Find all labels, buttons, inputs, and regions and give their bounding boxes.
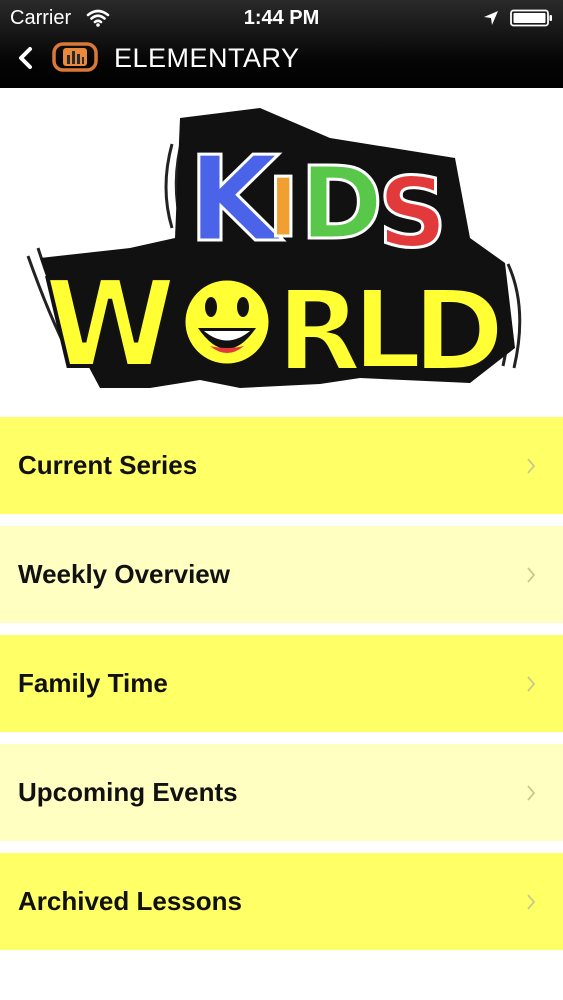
location-arrow-icon [484,11,498,25]
chevron-right-icon [527,785,536,801]
kids-world-banner: K I D S W R L D [0,88,563,417]
kids-world-logo: K I D S W R L D [26,108,522,399]
clock-time: 1:44 PM [243,7,320,29]
menu-item-label: Upcoming Events [18,777,238,807]
logo-letter-i: I [268,161,299,256]
logo-streak-left-upper [164,143,174,229]
menu-item-label: Archived Lessons [18,886,242,916]
menu-item-label: Current Series [18,450,198,480]
logo-letter-d: D [300,145,383,262]
menu-item-archived-lessons[interactable]: Archived Lessons [0,853,563,950]
logo-letter-s: S [378,157,447,269]
status-bar: Carrier 1:44 PM [0,0,563,36]
app-logo-icon [52,42,98,72]
menu-item-label: Family Time [18,668,168,698]
navigation-bar: ELEMENTARY [0,36,563,88]
menu-list: Current Series Weekly Overview Family Ti… [0,417,563,962]
page-title: ELEMENTARY [114,43,300,73]
chevron-right-icon [527,458,536,474]
menu-item-upcoming-events[interactable]: Upcoming Events [0,744,563,841]
back-button[interactable] [12,44,40,72]
menu-item-family-time[interactable]: Family Time [0,635,563,732]
chevron-right-icon [527,894,536,910]
top-bar: Carrier 1:44 PM ELEMENTARY [0,0,563,88]
app-screen: Carrier 1:44 PM ELEMENTARY K I D S W R L… [0,0,563,1000]
chevron-right-icon [527,676,536,692]
logo-letter-r: R [276,267,362,397]
menu-item-current-series[interactable]: Current Series [0,417,563,514]
logo-letter-w: W [44,256,176,395]
logo-letter-d2: D [412,267,505,397]
menu-item-weekly-overview[interactable]: Weekly Overview [0,526,563,623]
battery-icon [510,9,552,27]
menu-item-label: Weekly Overview [18,559,230,589]
chevron-right-icon [527,567,536,583]
